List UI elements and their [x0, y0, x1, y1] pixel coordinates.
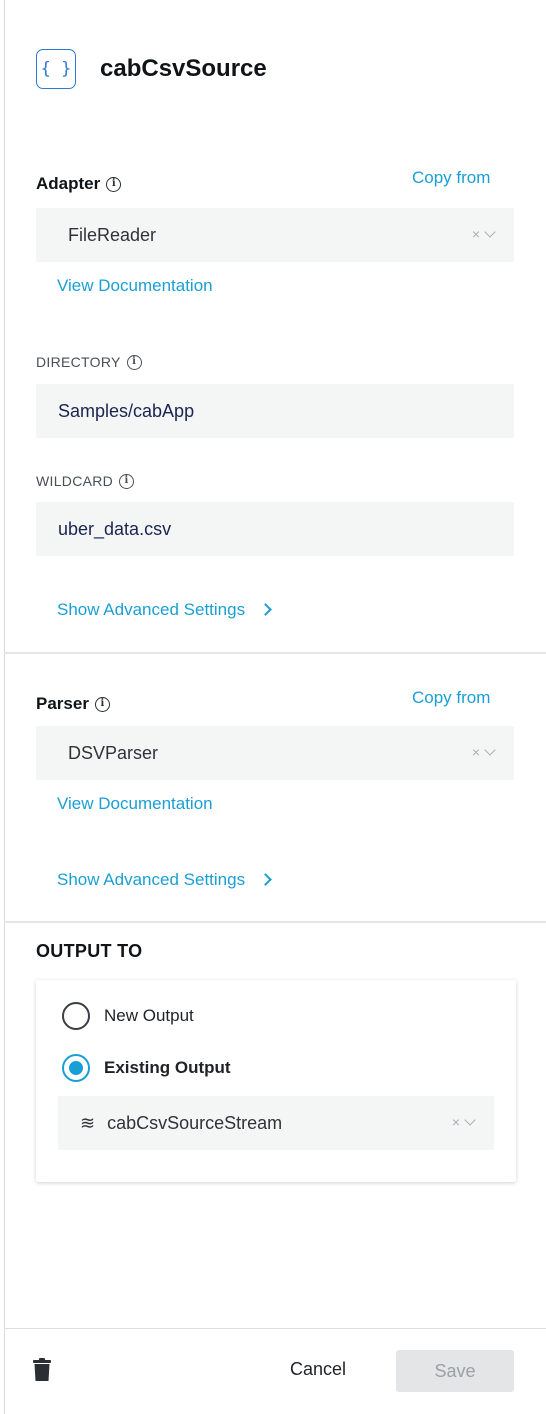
- adapter-select-value: FileReader: [68, 224, 157, 245]
- wildcard-label: WILDCARD: [36, 473, 114, 489]
- show-advanced-settings-label: Show Advanced Settings: [57, 600, 246, 619]
- parser-label: Parser: [36, 694, 89, 713]
- chevron-right-icon: [259, 602, 272, 616]
- directory-label-group: DIRECTORY i: [36, 353, 142, 371]
- existing-output-label: Existing Output: [104, 1058, 231, 1077]
- info-icon[interactable]: i: [94, 696, 110, 712]
- chevron-down-icon[interactable]: [464, 1113, 476, 1126]
- chevron-right-icon: [259, 872, 272, 886]
- show-advanced-settings-label: Show Advanced Settings: [57, 870, 246, 889]
- clear-icon[interactable]: ×: [452, 1114, 460, 1130]
- existing-output-select[interactable]: ≋ cabCsvSourceStream ×: [58, 1096, 494, 1150]
- wildcard-value: uber_data.csv: [58, 518, 172, 539]
- trash-icon[interactable]: [32, 1358, 52, 1387]
- adapter-label: Adapter: [36, 174, 101, 193]
- section-divider: [4, 652, 546, 654]
- section-divider: [4, 921, 546, 923]
- parser-copy-from-link[interactable]: Copy from: [412, 687, 490, 709]
- existing-output-option[interactable]: Existing Output: [62, 1054, 231, 1082]
- directory-label: DIRECTORY: [36, 354, 121, 370]
- existing-output-radio[interactable]: [62, 1054, 90, 1082]
- directory-input[interactable]: Samples/cabApp: [36, 384, 514, 438]
- clear-icon[interactable]: ×: [472, 226, 480, 242]
- wildcard-label-group: WILDCARD i: [36, 472, 135, 490]
- stream-icon: ≋: [80, 1112, 96, 1133]
- clear-icon[interactable]: ×: [472, 744, 480, 760]
- adapter-show-advanced-settings[interactable]: Show Advanced Settings: [57, 599, 272, 621]
- chevron-down-icon[interactable]: [484, 225, 496, 238]
- adapter-view-documentation-link[interactable]: View Documentation: [57, 275, 213, 297]
- parser-show-advanced-settings[interactable]: Show Advanced Settings: [57, 869, 272, 891]
- parser-select[interactable]: DSVParser ×: [36, 726, 514, 780]
- new-output-label: New Output: [104, 1006, 194, 1025]
- component-title: cabCsvSource: [100, 55, 267, 82]
- chevron-down-icon[interactable]: [484, 743, 496, 756]
- adapter-copy-from-link[interactable]: Copy from: [412, 167, 490, 189]
- info-icon[interactable]: i: [119, 473, 135, 489]
- stream-select-value: cabCsvSourceStream: [107, 1112, 283, 1133]
- new-output-radio[interactable]: [62, 1002, 90, 1030]
- save-button[interactable]: Save: [396, 1350, 514, 1392]
- new-output-option[interactable]: New Output: [62, 1002, 194, 1030]
- wildcard-input[interactable]: uber_data.csv: [36, 502, 514, 556]
- parser-view-documentation-link[interactable]: View Documentation: [57, 793, 213, 815]
- adapter-select[interactable]: FileReader ×: [36, 208, 514, 262]
- adapter-label-group: Adapter i: [36, 173, 122, 195]
- output-to-title: OUTPUT TO: [36, 941, 143, 961]
- info-icon[interactable]: i: [106, 176, 122, 192]
- footer-divider: [4, 1328, 546, 1329]
- parser-select-value: DSVParser: [68, 742, 159, 763]
- info-icon[interactable]: i: [126, 354, 142, 370]
- directory-value: Samples/cabApp: [58, 400, 195, 421]
- cancel-button[interactable]: Cancel: [290, 1359, 346, 1380]
- parser-label-group: Parser i: [36, 693, 110, 715]
- curly-braces-icon: { }: [36, 49, 76, 89]
